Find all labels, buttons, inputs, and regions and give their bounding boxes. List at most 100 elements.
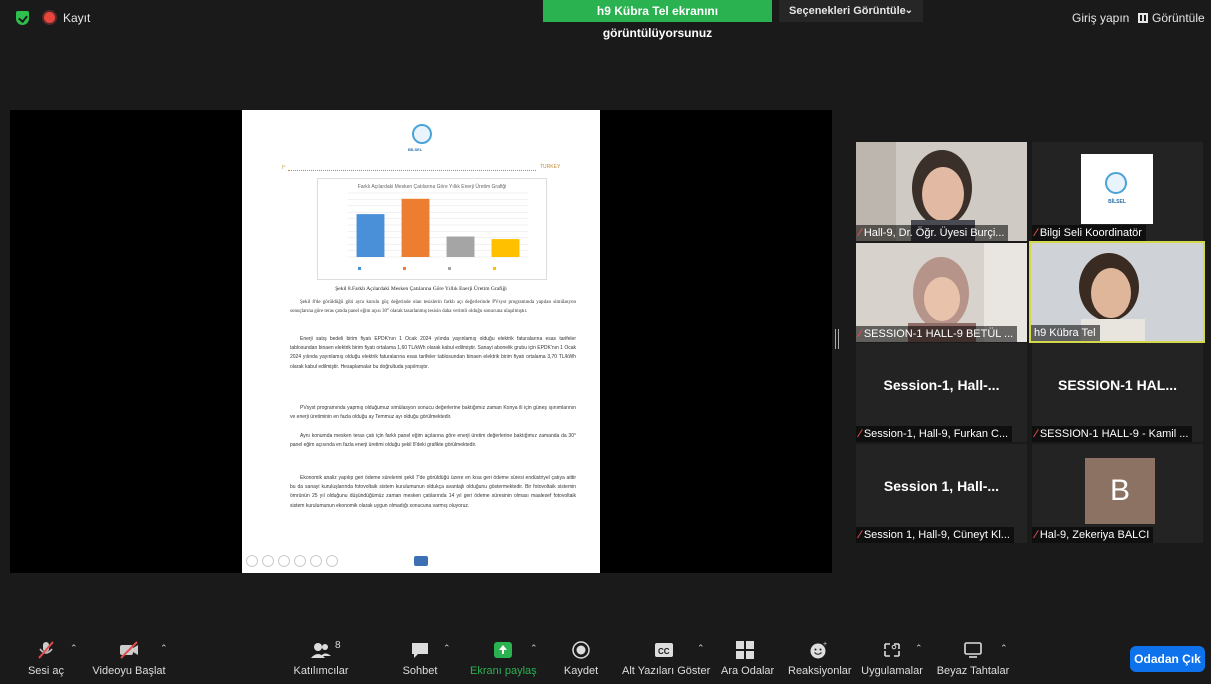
participant-big-name: Session 1, Hall-...	[883, 478, 1000, 494]
bilsel-logo-icon	[1105, 172, 1127, 194]
record-label: Kayıt	[63, 11, 91, 25]
chevron-up-icon[interactable]: ⌃	[697, 643, 705, 654]
participant-name: ∕ Bilgi Seli Koordinatör	[1032, 225, 1146, 241]
leave-button[interactable]: Odadan Çık	[1130, 646, 1205, 672]
chart-svg	[348, 192, 528, 270]
captions-button[interactable]: CC Alt Yazıları Göster	[622, 634, 710, 684]
top-bar: Kayıt h9 Kübra Tel ekranını görüntülüyor…	[0, 0, 1211, 40]
chart-legend-swatch	[493, 267, 496, 270]
paragraph-5: Ekonomik analiz yapılıp geri ödeme sürel…	[290, 475, 576, 509]
chart-bar	[401, 198, 430, 257]
share-screen-button[interactable]: Ekranı paylaş	[470, 634, 537, 684]
unmute-label: Sesi aç	[27, 665, 65, 677]
participant-name: ∕ Session 1, Hall-9, Cüneyt Kl...	[856, 527, 1014, 543]
view-label: Görüntüle	[1152, 11, 1205, 25]
figure-caption: Şekil 8.Farklı Açılardaki Mesken Çatılar…	[335, 286, 507, 292]
sign-in-link[interactable]: Giriş yapın	[1072, 11, 1129, 25]
record-icon	[44, 12, 55, 23]
chat-label: Sohbet	[402, 665, 438, 677]
breakout-rooms-icon	[736, 641, 754, 659]
apps-button[interactable]: Uygulamalar	[860, 634, 924, 684]
mic-muted-icon: ∕	[859, 529, 861, 541]
chevron-up-icon[interactable]: ⌃	[915, 643, 923, 654]
participant-tile[interactable]: Session 1, Hall-... ∕ Session 1, Hall-9, …	[856, 444, 1027, 543]
whiteboard-icon	[964, 642, 982, 658]
participant-name: h9 Kübra Tel	[1031, 325, 1100, 341]
start-video-label: Videoyu Başlat	[92, 665, 166, 677]
chevron-up-icon[interactable]: ⌃	[443, 643, 451, 654]
participant-name: ∕ SESSION-1 HALL-9 - Kamil ...	[1032, 426, 1193, 442]
participants-button[interactable]: 8 Katılımcılar	[290, 634, 352, 684]
chevron-up-icon[interactable]: ⌃	[160, 643, 168, 654]
whiteboards-label: Beyaz Tahtalar	[936, 665, 1010, 677]
participant-name: ∕ Hall-9, Dr. Öğr. Üyesi Burçi...	[856, 225, 1009, 241]
panel-resize-handle[interactable]	[835, 329, 839, 349]
view-options-button[interactable]: Seçenekleri Görüntüle ⌄	[779, 0, 923, 22]
share-banner: h9 Kübra Tel ekranını görüntülüyorsunuz	[543, 0, 772, 40]
shield-icon[interactable]	[16, 11, 29, 25]
nav-prev-icon[interactable]	[246, 555, 258, 567]
share-screen-label: Ekranı paylaş	[470, 665, 537, 677]
participant-tile[interactable]: SESSION-1 HAL... ∕ SESSION-1 HALL-9 - Kam…	[1032, 343, 1203, 442]
chart-legend-swatch	[358, 267, 361, 270]
view-options-label: Seçenekleri Görüntüle	[789, 5, 906, 17]
paragraph-3: PVsyst programında yapmış olduğumuz simü…	[290, 405, 576, 421]
copy-icon[interactable]	[294, 555, 306, 567]
cc-icon: CC	[655, 643, 673, 657]
view-button[interactable]: Görüntüle	[1138, 11, 1205, 25]
logo-card-text: BİLSEL	[1108, 199, 1126, 205]
participant-name: ∕ SESSION-1 HALL-9 BETÜL ...	[856, 326, 1018, 342]
paragraph-4: Aynı konumda mesken teras çatı için fark…	[290, 433, 576, 449]
mic-muted-icon: ∕	[859, 428, 861, 440]
chat-button[interactable]: Sohbet	[400, 634, 440, 684]
reactions-button[interactable]: + Reaksiyonlar	[788, 634, 852, 684]
start-video-button[interactable]: Videoyu Başlat	[90, 634, 168, 684]
pen-icon[interactable]	[278, 555, 290, 567]
participant-name: ∕ Hal-9, Zekeriya BALCI	[1032, 527, 1154, 543]
paragraph-1: Şekil 8'de görüldüğü gibi aynı kurulu gü…	[290, 300, 576, 315]
participant-tile[interactable]: B ∕ Hal-9, Zekeriya BALCI	[1032, 444, 1203, 543]
breakout-rooms-label: Ara Odalar	[721, 665, 775, 677]
participant-tile[interactable]: BİLSEL ∕ Bilgi Seli Koordinatör	[1032, 142, 1203, 241]
chart-legend-swatch	[403, 267, 406, 270]
paragraph-2: Enerji satış bedeli birim fiyatı EPDK'nı…	[290, 336, 577, 370]
participant-tile[interactable]: Session-1, Hall-... ∕ Session-1, Hall-9, …	[856, 343, 1027, 442]
zoom-icon[interactable]	[310, 555, 322, 567]
participant-tile[interactable]: ∕ SESSION-1 HALL-9 BETÜL ...	[856, 243, 1027, 342]
svg-text:+: +	[823, 641, 827, 648]
record-button[interactable]: Kaydet	[560, 634, 602, 684]
header-left: I°	[282, 165, 286, 171]
chart-bar	[446, 236, 475, 257]
page-indicator-icon	[414, 556, 428, 566]
shared-screen: BİLSEL I° TURKEY Farklı Açılardaki Meske…	[10, 110, 832, 573]
whiteboards-button[interactable]: Beyaz Tahtalar	[936, 634, 1010, 684]
mic-muted-icon: ∕	[1035, 529, 1037, 541]
reaction-icon: +	[810, 641, 827, 659]
shared-document: BİLSEL I° TURKEY Farklı Açılardaki Meske…	[242, 110, 600, 573]
chart-bar	[491, 239, 520, 257]
avatar: B	[1085, 458, 1155, 524]
participant-tile-active[interactable]: h9 Kübra Tel	[1029, 241, 1205, 343]
bilsel-logo-card: BİLSEL	[1081, 154, 1153, 224]
unmute-button[interactable]: Sesi aç	[22, 634, 70, 684]
participants-label: Katılımcılar	[293, 665, 349, 677]
doc-toolbar	[246, 554, 342, 568]
share-screen-icon	[494, 642, 512, 658]
participants-count: 8	[335, 640, 341, 651]
breakout-rooms-button[interactable]: Ara Odalar	[721, 634, 775, 684]
nav-next-icon[interactable]	[262, 555, 274, 567]
chevron-up-icon[interactable]: ⌃	[530, 643, 538, 654]
more-icon[interactable]	[326, 555, 338, 567]
chart-legend-swatch	[448, 267, 451, 270]
chevron-up-icon[interactable]: ⌃	[1000, 643, 1008, 654]
apps-label: Uygulamalar	[861, 665, 923, 677]
chat-icon	[412, 643, 428, 658]
apps-icon	[884, 643, 900, 657]
participant-tile[interactable]: ∕ Hall-9, Dr. Öğr. Üyesi Burçi...	[856, 142, 1027, 241]
chevron-up-icon[interactable]: ⌃	[70, 643, 78, 654]
bilsel-logo	[412, 124, 432, 144]
reactions-label: Reaksiyonlar	[788, 665, 852, 677]
mic-muted-icon	[38, 641, 54, 659]
participant-big-name: SESSION-1 HAL...	[1057, 377, 1178, 393]
record-icon	[572, 641, 590, 659]
